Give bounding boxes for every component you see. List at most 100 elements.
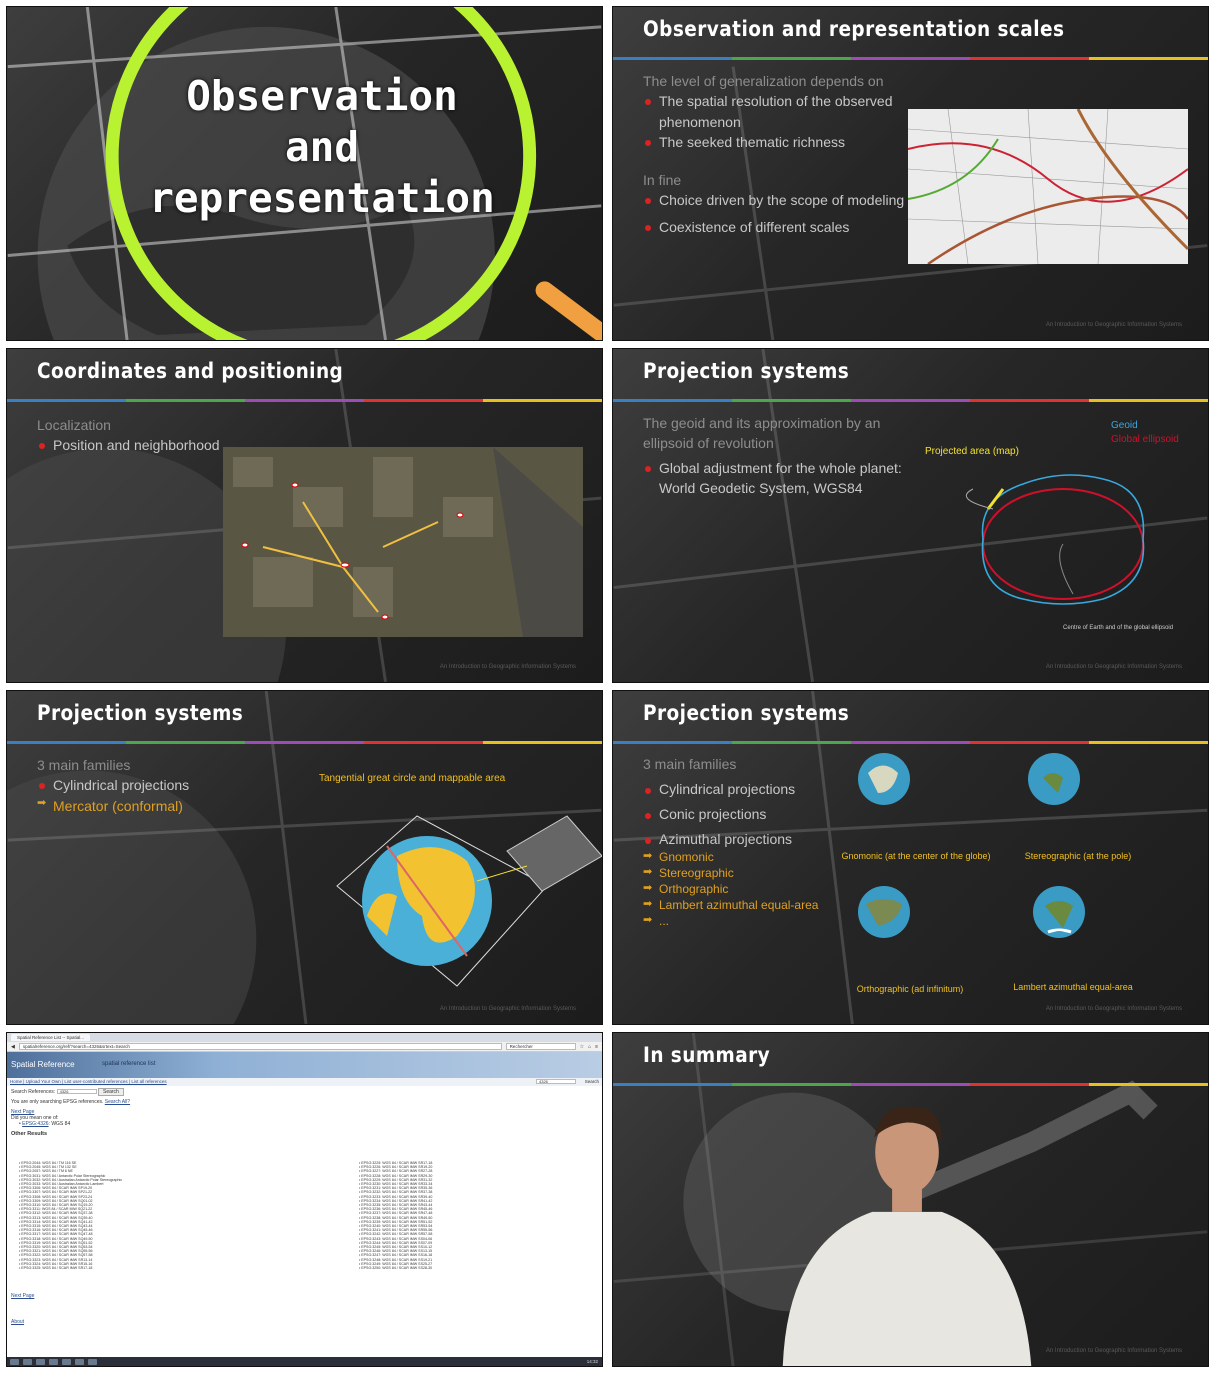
taskbar: 14:32 (7, 1357, 602, 1366)
gnomonic-globe (858, 753, 910, 805)
site-name[interactable]: Spatial Reference (11, 1060, 75, 1069)
sub-item: Mercator (conformal) (37, 796, 257, 816)
stereographic-globe (1028, 753, 1080, 805)
address-bar[interactable]: spatialreference.org/ref/?search=4326&sr… (18, 1043, 502, 1050)
slide-footer: An Introduction to Geographic Informatio… (439, 1006, 576, 1012)
clock: 14:32 (586, 1359, 598, 1364)
bullet: The seeked thematic richness (643, 132, 913, 152)
menu-icon[interactable]: ≡ (595, 1044, 598, 1050)
nav-links[interactable]: Home | Upload Your Own | List user-contr… (10, 1079, 167, 1084)
slide-heading: Coordinates and positioning (37, 359, 344, 383)
app-icon[interactable] (88, 1358, 97, 1365)
search-input[interactable]: 4326 (56, 1089, 97, 1095)
sub-item: Stereographic (643, 865, 843, 881)
result-link[interactable]: • EPSG:3325: WGS 84 / SCAR IMW SR17-18 (19, 1266, 319, 1270)
result-link[interactable]: • EPSG:3250: WGS 84 / SCAR IMW SS28-30 (359, 1266, 599, 1270)
slide-coordinates[interactable]: Coordinates and positioning Localization… (6, 348, 603, 683)
page-heading: spatial reference list (102, 1061, 156, 1067)
suggestion-text: : WGS 84 (48, 1121, 71, 1127)
sub-item: Lambert azimuthal equal-area (643, 897, 863, 913)
home-icon[interactable]: ⌂ (588, 1044, 591, 1050)
color-stripe (7, 399, 602, 402)
geoid-label: Geoid (1111, 420, 1138, 431)
title-line: and (284, 123, 360, 171)
diagram-caption: Tangential great circle and mappable are… (319, 773, 506, 784)
globe-caption: Stereographic (at the pole) (1024, 851, 1132, 861)
color-stripe (613, 1083, 1208, 1086)
bullet: Global adjustment for the whole planet: … (643, 458, 908, 499)
slide-heading: In summary (643, 1043, 771, 1067)
orthographic-globe (858, 886, 910, 938)
slide-azimuthal[interactable]: Projection systems 3 main families Cylin… (612, 690, 1209, 1025)
globe-caption: Lambert azimuthal equal-area (1013, 982, 1133, 992)
bullet: Coexistence of different scales (643, 217, 913, 237)
intro-text: The level of generalization depends on (643, 73, 884, 89)
mercator-globe-diagram (336, 815, 602, 987)
bullet: Cylindrical projections (37, 775, 257, 795)
bullet: Cylindrical projections (643, 780, 843, 799)
app-icon[interactable] (49, 1358, 58, 1365)
centre-label: Centre of Earth and of the global ellips… (1063, 625, 1174, 631)
intro-text: The geoid and its approximation by an el… (643, 415, 881, 452)
lambert-globe (1033, 886, 1085, 938)
slide-heading: Projection systems (643, 359, 850, 383)
bullet: Choice driven by the scope of modeling (643, 190, 913, 210)
browser-tab[interactable]: Spatial Reference List -- Spatial... (11, 1034, 91, 1041)
slide-cylindrical[interactable]: Projection systems 3 main families Cylin… (6, 690, 603, 1025)
slide-footer: An Introduction to Geographic Informatio… (1045, 1348, 1182, 1354)
subhead: Localization (37, 417, 111, 433)
slide-footer: An Introduction to Geographic Informatio… (439, 664, 576, 670)
star-icon[interactable]: ☆ (580, 1044, 584, 1050)
search-label: Search References: (11, 1089, 56, 1095)
firefox-icon[interactable] (36, 1358, 45, 1365)
slide-footer: An Introduction to Geographic Informatio… (1045, 1006, 1182, 1012)
bottom-next-page-link[interactable]: Next Page (11, 1293, 34, 1299)
road-map-image (908, 109, 1188, 264)
start-icon[interactable] (10, 1358, 19, 1365)
slide-geoid[interactable]: Projection systems The geoid and its app… (612, 348, 1209, 683)
other-results-heading: Other Results (11, 1131, 48, 1137)
subhead: 3 main families (37, 757, 131, 773)
top-search-input[interactable]: 4326 (536, 1079, 576, 1084)
suggestion-link[interactable]: EPSG:4326 (22, 1121, 48, 1127)
tab-bar: Spatial Reference List -- Spatial... (7, 1033, 602, 1042)
back-icon[interactable]: ◀ (11, 1044, 15, 1050)
results-right-column: • EPSG:3225: WGS 84 / SCAR IMW SR17-18 • … (359, 1161, 599, 1270)
app-icon[interactable] (75, 1358, 84, 1365)
geoid-ellipsoid-diagram (965, 474, 1145, 605)
bullet: The spatial resolution of the observed p… (643, 91, 913, 132)
slide-scales[interactable]: Observation and representation scales Th… (612, 6, 1209, 341)
title-line: representation (149, 174, 495, 222)
search-button[interactable]: Search (97, 1088, 124, 1096)
slide-title[interactable]: Observation and representation (6, 6, 603, 341)
slide-heading: Projection systems (643, 701, 850, 725)
video-thumbnail-grid: Observation and representation Observati… (0, 0, 1215, 1373)
epsg-note: You are only searching EPSG references. (11, 1099, 104, 1105)
bullet: Conic projections (643, 805, 843, 824)
slide-footer: An Introduction to Geographic Informatio… (1045, 322, 1182, 328)
slide-heading: Observation and representation scales (643, 17, 1065, 41)
globe-caption: Orthographic (ad infinitum) (856, 984, 964, 994)
about-link[interactable]: About (11, 1319, 24, 1325)
top-search-button[interactable]: Search (585, 1078, 599, 1086)
sub-item: Gnomonic (643, 849, 843, 865)
site-header: Spatial Reference spatial reference list (7, 1052, 602, 1078)
sub-item: ... (643, 913, 843, 929)
globe-caption: Gnomonic (at the center of the globe) (841, 851, 991, 861)
site-nav: Home | Upload Your Own | List user-contr… (7, 1078, 602, 1086)
color-stripe (613, 57, 1208, 60)
subhead: In fine (643, 172, 682, 189)
bullet: Azimuthal projections (643, 830, 843, 849)
explorer-icon[interactable] (23, 1358, 32, 1365)
app-icon[interactable] (62, 1358, 71, 1365)
browser-search-input[interactable]: Rechercher (505, 1043, 576, 1050)
browser-window[interactable]: Spatial Reference List -- Spatial... ◀ s… (6, 1032, 603, 1367)
color-stripe (613, 399, 1208, 402)
color-stripe (613, 741, 1208, 744)
sub-item: Orthographic (643, 881, 843, 897)
projected-area-label: Projected area (map) (925, 446, 1019, 457)
color-stripe (7, 741, 602, 744)
slide-summary[interactable]: In summary An Introduction to Geographic… (612, 1032, 1209, 1367)
search-all-link[interactable]: Search All? (105, 1099, 130, 1105)
slide-footer: An Introduction to Geographic Informatio… (1045, 664, 1182, 670)
